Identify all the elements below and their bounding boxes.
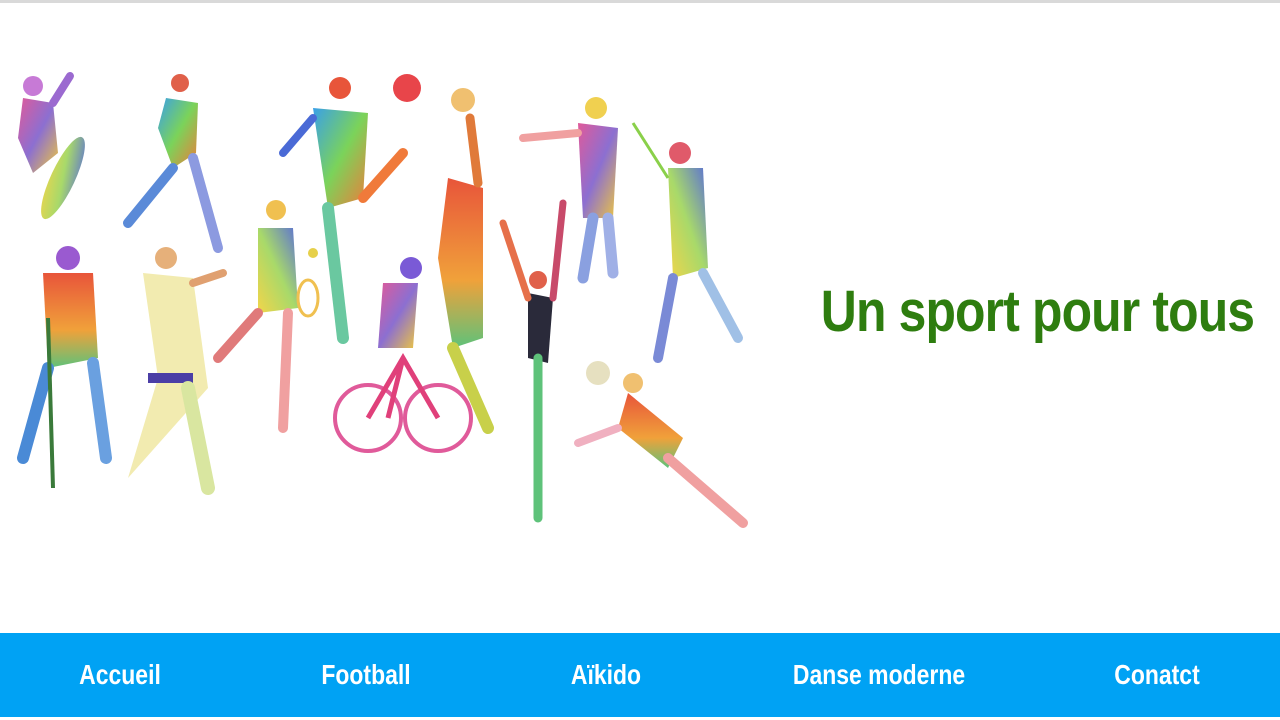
hero-banner: Un sport pour tous (0, 3, 1280, 633)
hockey-figure (17, 246, 112, 489)
main-navbar: Accueil Football Aïkido Danse moderne Co… (0, 633, 1280, 717)
nav-item-danse-moderne[interactable]: Danse moderne (781, 633, 978, 717)
fencer-figure (631, 122, 743, 363)
hero-title: Un sport pour tous (820, 279, 1255, 344)
dancer-figure (499, 199, 567, 523)
nav-item-football[interactable]: Football (268, 633, 465, 717)
nav-item-accueil[interactable]: Accueil (22, 633, 219, 717)
basketball-figure (438, 88, 494, 434)
volleyball-diver-figure (574, 361, 748, 528)
volleyball-figure (519, 97, 619, 284)
snowboarder-figure (18, 72, 85, 220)
karate-figure (128, 247, 227, 495)
nav-item-aikido[interactable]: Aïkido (508, 633, 705, 717)
sports-illustration (17, 72, 748, 528)
runner-figure (123, 74, 223, 253)
tennis-figure (213, 200, 320, 433)
nav-item-contact[interactable]: Conatct (1059, 633, 1256, 717)
